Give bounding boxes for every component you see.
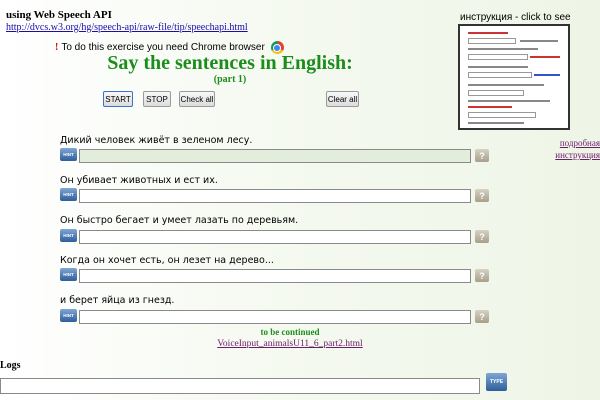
api-link[interactable]: http://dvcs.w3.org/hg/speech-api/raw-fil… xyxy=(6,22,248,33)
next-part-link[interactable]: VoiceInput_animalsU11_6_part2.html xyxy=(200,339,380,349)
instructions-thumbnail[interactable] xyxy=(458,24,570,130)
logs-label: Logs xyxy=(0,360,21,371)
warning-mark: ! xyxy=(55,42,59,53)
answer-input-4[interactable] xyxy=(79,269,471,283)
hint-button-3[interactable]: HINT xyxy=(60,229,77,242)
to-be-continued-text: to be continued xyxy=(260,327,320,337)
page-title: Say the sentences in English: xyxy=(107,52,353,74)
answer-input-3[interactable] xyxy=(79,230,471,244)
detailed-instructions-link[interactable]: подробная инструкция xyxy=(540,137,600,161)
api-title: using Web Speech API xyxy=(6,9,112,21)
hint-button-5[interactable]: HINT xyxy=(60,309,77,322)
hint-button-2[interactable]: HINT xyxy=(60,188,77,201)
answer-input-5[interactable] xyxy=(79,310,471,324)
hint-button-1[interactable]: HINT xyxy=(60,148,77,161)
check-all-button[interactable]: Check all xyxy=(179,91,215,107)
answer-input-2[interactable] xyxy=(79,189,471,203)
check-button-4[interactable]: ? xyxy=(475,269,489,282)
check-button-1[interactable]: ? xyxy=(475,149,489,162)
logs-input[interactable] xyxy=(0,378,480,394)
stop-button[interactable]: STOP xyxy=(143,91,171,107)
sentence-4: Когда он хочет есть, он лезет на дерево.… xyxy=(60,255,274,266)
sentence-1: Дикий человек живёт в зеленом лесу. xyxy=(60,135,253,146)
instructions-label[interactable]: инструкция - click to see xyxy=(460,12,571,23)
sentence-2: Он убивает животных и ест их. xyxy=(60,175,218,186)
hint-button-4[interactable]: HINT xyxy=(60,268,77,281)
type-button[interactable]: TYPE xyxy=(486,373,507,391)
part-label: (part 1) xyxy=(213,74,247,85)
check-button-2[interactable]: ? xyxy=(475,189,489,202)
start-button[interactable]: START xyxy=(103,91,133,107)
answer-input-1[interactable] xyxy=(79,149,471,163)
sentence-5: и берет яйца из гнезд. xyxy=(60,295,175,306)
sentence-3: Он быстро бегает и умеет лазать по дерев… xyxy=(60,215,299,226)
clear-all-button[interactable]: Clear all xyxy=(326,91,359,107)
check-button-5[interactable]: ? xyxy=(475,310,489,323)
check-button-3[interactable]: ? xyxy=(475,230,489,243)
